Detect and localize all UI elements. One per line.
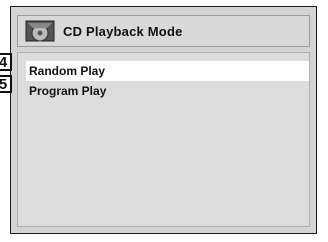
disc-icon	[25, 19, 55, 43]
menu-item-label: Random Play	[29, 64, 106, 78]
callout-number: 4	[0, 53, 12, 71]
menu-item-program-play[interactable]: Program Play	[26, 81, 309, 101]
playback-mode-menu: Random Play Program Play	[17, 52, 310, 227]
page-title: CD Playback Mode	[63, 23, 183, 39]
menu-item-random-play[interactable]: Random Play	[26, 61, 309, 81]
callout-number: 5	[0, 75, 12, 93]
menu-item-label: Program Play	[29, 84, 107, 98]
menu-header: CD Playback Mode	[17, 15, 310, 47]
osd-screen: CD Playback Mode Random Play Program Pla…	[10, 6, 317, 234]
